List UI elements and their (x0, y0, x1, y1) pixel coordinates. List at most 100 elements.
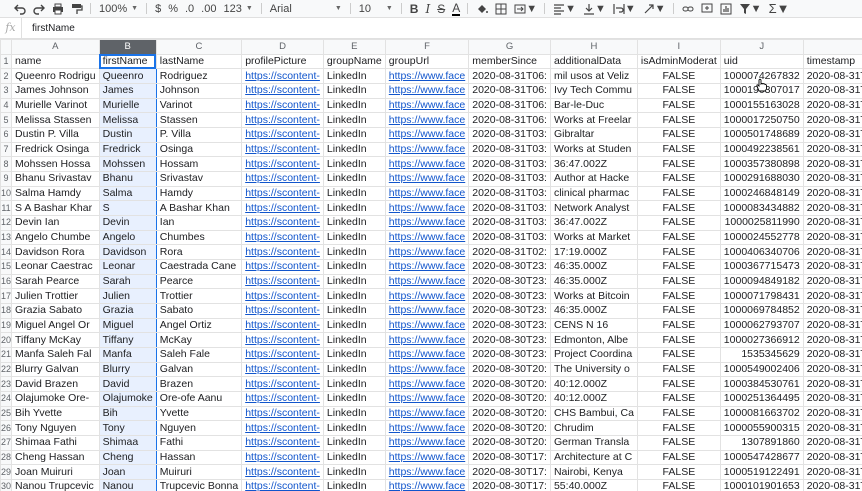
cell-i16[interactable]: FALSE (636, 273, 721, 290)
cell-c24[interactable]: Ore-ofe Aanu (155, 391, 243, 407)
cell-b28[interactable]: Cheng (98, 449, 157, 466)
cell-e20[interactable]: LinkedIn (322, 332, 386, 349)
cell-e3[interactable]: LinkedIn (322, 83, 386, 99)
cell-e26[interactable]: LinkedIn (322, 420, 386, 437)
cell-e28[interactable]: LinkedIn (322, 449, 386, 466)
cell-h4[interactable]: Bar-le-Duc (549, 97, 638, 114)
cell-d23[interactable]: https://scontent- (241, 376, 324, 393)
cell-b20[interactable]: Tiffany (98, 332, 157, 349)
cell-c27[interactable]: Fathi (155, 435, 243, 451)
cell-d12[interactable]: https://scontent- (241, 215, 324, 231)
row-header[interactable]: 19 (0, 317, 13, 334)
cell-a29[interactable]: Joan Muiruri (11, 464, 100, 481)
cell-i5[interactable]: FALSE (636, 112, 721, 129)
cell-k20[interactable]: 2020-08-31T10:20:32.137Z (802, 332, 862, 349)
cell-b17[interactable]: Julien (98, 288, 157, 305)
cell-k16[interactable]: 2020-08-31T10:20:32.137Z (802, 273, 862, 290)
row-header[interactable]: 18 (0, 303, 13, 319)
cell-c1[interactable]: lastName (155, 53, 243, 70)
cell-c23[interactable]: Brazen (155, 376, 243, 393)
cell-a5[interactable]: Melissa Stassen (11, 112, 100, 129)
row-header[interactable]: 10 (0, 185, 13, 202)
cell-i18[interactable]: FALSE (636, 303, 721, 319)
cell-a20[interactable]: Tiffany McKay (11, 332, 100, 349)
cell-h13[interactable]: Works at Market (549, 229, 638, 246)
cell-e27[interactable]: LinkedIn (322, 435, 386, 451)
cell-h9[interactable]: Author at Hacke (549, 171, 638, 187)
select-all-corner[interactable] (0, 39, 13, 55)
strikethrough-icon[interactable]: S (437, 0, 445, 17)
cell-f19[interactable]: https://www.face (384, 317, 470, 334)
cell-e14[interactable]: LinkedIn (322, 244, 386, 261)
cell-f7[interactable]: https://www.face (384, 141, 470, 158)
row-header[interactable]: 29 (0, 464, 13, 481)
row-header[interactable]: 20 (0, 332, 13, 349)
cell-f5[interactable]: https://www.face (384, 112, 470, 129)
cell-j17[interactable]: 1000071798431 (719, 288, 804, 305)
cell-k24[interactable]: 2020-08-31T10:20:32.137Z (802, 391, 862, 407)
cell-a8[interactable]: Mohssen Hossa (11, 156, 100, 173)
cell-f14[interactable]: https://www.face (384, 244, 470, 261)
insert-chart-icon[interactable] (720, 0, 732, 17)
cell-d16[interactable]: https://scontent- (241, 273, 324, 290)
cell-b9[interactable]: Bhanu (98, 171, 157, 187)
increase-decimal-button[interactable]: .00 (201, 0, 216, 17)
cell-e2[interactable]: LinkedIn (322, 68, 386, 85)
column-header-h[interactable]: H (549, 39, 638, 55)
cell-a7[interactable]: Fredrick Osinga (11, 141, 100, 158)
cell-f16[interactable]: https://www.face (384, 273, 470, 290)
row-header[interactable]: 28 (0, 449, 13, 466)
cell-f17[interactable]: https://www.face (384, 288, 470, 305)
cell-k27[interactable]: 2020-08-31T10:20:32.137Z (802, 435, 862, 451)
cell-e12[interactable]: LinkedIn (322, 215, 386, 231)
cell-j19[interactable]: 1000062793707 (719, 317, 804, 334)
cell-g14[interactable]: 2020-08-31T02: (468, 244, 551, 261)
cell-f29[interactable]: https://www.face (384, 464, 470, 481)
cell-i20[interactable]: FALSE (636, 332, 721, 349)
cell-b4[interactable]: Murielle (98, 97, 157, 114)
cell-g24[interactable]: 2020-08-30T20: (468, 391, 551, 407)
cell-h10[interactable]: clinical pharmac (549, 185, 638, 202)
column-header-j[interactable]: J (719, 39, 804, 55)
cell-e4[interactable]: LinkedIn (322, 97, 386, 114)
cell-i10[interactable]: FALSE (636, 185, 721, 202)
cell-h1[interactable]: additionalData (549, 53, 638, 70)
cell-i14[interactable]: FALSE (636, 244, 721, 261)
cell-h28[interactable]: Architecture at C (549, 449, 638, 466)
cell-c16[interactable]: Pearce (155, 273, 243, 290)
cell-a27[interactable]: Shimaa Fathi (11, 435, 100, 451)
cell-c11[interactable]: A Bashar Khan (155, 200, 243, 217)
cell-d9[interactable]: https://scontent- (241, 171, 324, 187)
cell-j1[interactable]: uid (719, 53, 804, 70)
cell-k30[interactable]: 2020-08-31T10:20:32.137Z (802, 479, 862, 491)
cell-i8[interactable]: FALSE (636, 156, 721, 173)
cell-e5[interactable]: LinkedIn (322, 112, 386, 129)
row-header[interactable]: 13 (0, 229, 13, 246)
cell-i1[interactable]: isAdminModerat (636, 53, 721, 70)
cell-k7[interactable]: 2020-08-31T10:20:32.137Z (802, 141, 862, 158)
cell-f18[interactable]: https://www.face (384, 303, 470, 319)
row-header[interactable]: 22 (0, 361, 13, 378)
cell-i29[interactable]: FALSE (636, 464, 721, 481)
cell-h11[interactable]: Network Analyst (549, 200, 638, 217)
zoom-select[interactable]: 100% ▼ (99, 3, 138, 15)
cell-a1[interactable]: name (11, 53, 100, 70)
currency-button[interactable]: $ (155, 0, 161, 17)
cell-j12[interactable]: 1000025811990 (719, 215, 804, 231)
cell-d26[interactable]: https://scontent- (241, 420, 324, 437)
cell-g13[interactable]: 2020-08-31T03: (468, 229, 551, 246)
cell-b18[interactable]: Grazia (98, 303, 157, 319)
cell-k5[interactable]: 2020-08-31T10:20:32.137Z (802, 112, 862, 129)
cell-c2[interactable]: Rodriguez (155, 68, 243, 85)
cell-j15[interactable]: 1000367715473 (719, 259, 804, 275)
cell-i24[interactable]: FALSE (636, 391, 721, 407)
cell-e22[interactable]: LinkedIn (322, 361, 386, 378)
column-header-f[interactable]: F (384, 39, 470, 55)
bold-icon[interactable]: B (410, 0, 419, 17)
cell-g17[interactable]: 2020-08-30T23: (468, 288, 551, 305)
vertical-align-icon[interactable]: ▼ (583, 0, 606, 17)
formula-input[interactable]: firstName (22, 23, 75, 34)
row-header[interactable]: 8 (0, 156, 13, 173)
cell-b1[interactable]: firstName (98, 53, 157, 70)
cell-g15[interactable]: 2020-08-30T23: (468, 259, 551, 275)
